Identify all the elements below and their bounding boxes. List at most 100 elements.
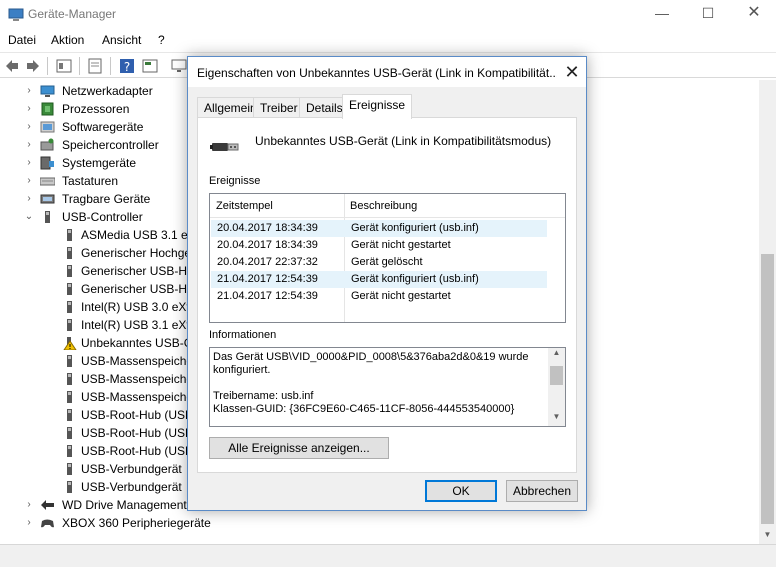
tree-item-label: USB-Root-Hub (USB [81,444,194,458]
event-row[interactable]: 20.04.2017 22:37:32 Gerät gelöscht [211,254,547,271]
events-header: Zeitstempel Beschreibung [210,194,565,218]
properties-view-icon[interactable] [55,57,73,75]
main-title-bar: Geräte-Manager — ☐ ✕ [0,0,776,30]
expand-chevron-icon[interactable]: › [24,190,34,208]
maximize-button[interactable]: ☐ [697,4,719,24]
expand-chevron-icon[interactable]: › [24,100,34,118]
usb-device-icon [67,283,72,295]
resource-view-icon[interactable] [141,57,159,75]
scroll-up-arrow-icon[interactable]: ▲ [548,348,565,362]
event-timestamp: 20.04.2017 18:34:39 [217,222,318,234]
event-row[interactable]: 20.04.2017 18:34:39 Gerät konfiguriert (u… [211,220,547,237]
event-row[interactable]: 21.04.2017 12:54:39 Gerät nicht gestartet [211,288,547,305]
event-timestamp: 21.04.2017 12:54:39 [217,290,318,302]
usb-device-icon [67,373,72,385]
usb-device-icon [67,301,72,313]
usb-device-icon [67,229,72,241]
back-arrow-icon[interactable] [4,57,20,75]
menu-bar: Datei Aktion Ansicht ? [0,30,776,52]
network-adapter-icon [40,85,55,97]
usb-device-icon [67,445,72,457]
minimize-button[interactable]: — [651,4,673,24]
svg-text:?: ? [124,60,130,74]
event-row[interactable]: 21.04.2017 12:54:39 Gerät konfiguriert (u… [211,271,547,288]
events-label: Ereignisse [209,175,261,187]
close-button[interactable]: ✕ [743,4,765,24]
expand-chevron-icon[interactable]: › [24,514,34,532]
usb-device-icon [67,265,72,277]
tree-item-label: XBOX 360 Peripheriegeräte [62,516,211,530]
menu-datei[interactable]: Datei [8,33,36,47]
column-header-description[interactable]: Beschreibung [350,200,417,212]
event-description: Gerät nicht gestartet [351,239,451,251]
tree-item-label: Speichercontroller [62,138,159,152]
event-description: Gerät konfiguriert (usb.inf) [351,273,479,285]
tree-item-label: Tragbare Geräte [62,192,151,206]
cancel-button[interactable]: Abbrechen [506,480,578,502]
expand-chevron-icon[interactable]: › [24,172,34,190]
expand-chevron-icon[interactable]: › [24,496,34,514]
menu-help[interactable]: ? [158,33,165,47]
dialog-close-button[interactable]: ✕ [562,62,582,82]
tree-item-label: USB-Verbundgerät [81,480,182,494]
gamepad-icon [41,519,54,528]
tree-item-label: USB-Verbundgerät [81,462,182,476]
dialog-title: Eigenschaften von Unbekanntes USB-Gerät … [197,66,557,80]
usb-device-icon [67,247,72,259]
menu-ansicht[interactable]: Ansicht [102,33,141,47]
usb-device-icon [67,355,72,367]
software-device-icon [40,121,55,133]
menu-aktion[interactable]: Aktion [51,33,84,47]
event-description: Gerät gelöscht [351,256,423,268]
warning-icon [63,337,77,350]
scroll-down-arrow-icon[interactable]: ▼ [548,412,565,426]
ok-button[interactable]: OK [425,480,497,502]
tab-ereignisse[interactable]: Ereignisse [342,94,413,119]
usb-plug-icon [210,143,239,151]
event-description: Gerät konfiguriert (usb.inf) [351,222,479,234]
event-timestamp: 21.04.2017 12:54:39 [217,273,318,285]
tab-treiber[interactable]: Treiber [253,97,305,118]
tree-item-label: WD Drive Management [62,498,187,512]
document-icon[interactable] [86,57,104,75]
expand-chevron-icon[interactable]: › [24,118,34,136]
forward-arrow-icon[interactable] [25,57,41,75]
expand-chevron-icon[interactable]: › [24,154,34,172]
scrollbar-thumb[interactable] [761,254,774,524]
toolbar-separator [110,57,111,75]
tree-item-label: Tastaturen [62,174,119,188]
window-title: Geräte-Manager [28,7,117,21]
tree-item-label: USB-Massenspeiche [81,390,194,404]
storage-controller-icon [40,138,54,151]
tree-scrollbar[interactable]: ▼ [759,80,776,544]
monitor-icon[interactable] [170,57,188,75]
usb-device-icon [67,409,72,421]
system-device-icon [40,156,54,170]
event-timestamp: 20.04.2017 22:37:32 [217,256,318,268]
tree-item-label: Softwaregeräte [62,120,144,134]
info-scrollbar[interactable]: ▲ ▼ [548,348,565,426]
toolbar-separator [47,57,48,75]
event-row[interactable]: 20.04.2017 18:34:39 Gerät nicht gestartet [211,237,547,254]
usb-device-icon [67,319,72,331]
scroll-down-arrow-icon[interactable]: ▼ [759,530,776,544]
info-text: Das Gerät USB\VID_0000&PID_0008\5&376aba… [213,351,529,415]
device-name: Unbekanntes USB-Gerät (Link in Kompatibi… [255,134,552,148]
events-list[interactable]: Zeitstempel Beschreibung 20.04.2017 18:3… [209,193,566,323]
expand-chevron-icon[interactable]: › [24,136,34,154]
tree-item-label: Prozessoren [62,102,130,116]
processor-icon [41,102,54,116]
info-textbox[interactable]: Das Gerät USB\VID_0000&PID_0008\5&376aba… [209,347,566,427]
tree-item-label: Generischer Hochge [81,246,192,260]
show-all-events-button[interactable]: Alle Ereignisse anzeigen... [209,437,389,459]
tree-item-label: Netzwerkadapter [62,84,153,98]
column-header-timestamp[interactable]: Zeitstempel [216,200,273,212]
tree-item-label: USB-Massenspeiche [81,354,194,368]
expand-chevron-icon[interactable]: › [24,82,34,100]
info-scroll-thumb[interactable] [550,366,563,385]
help-icon[interactable]: ? [118,57,136,75]
tree-item-label: Generischer USB-Hu [81,264,194,278]
usb-device-icon [67,427,72,439]
tree-item-label: Unbekanntes USB-G [81,336,194,350]
collapse-chevron-icon[interactable]: ⌄ [24,208,34,226]
